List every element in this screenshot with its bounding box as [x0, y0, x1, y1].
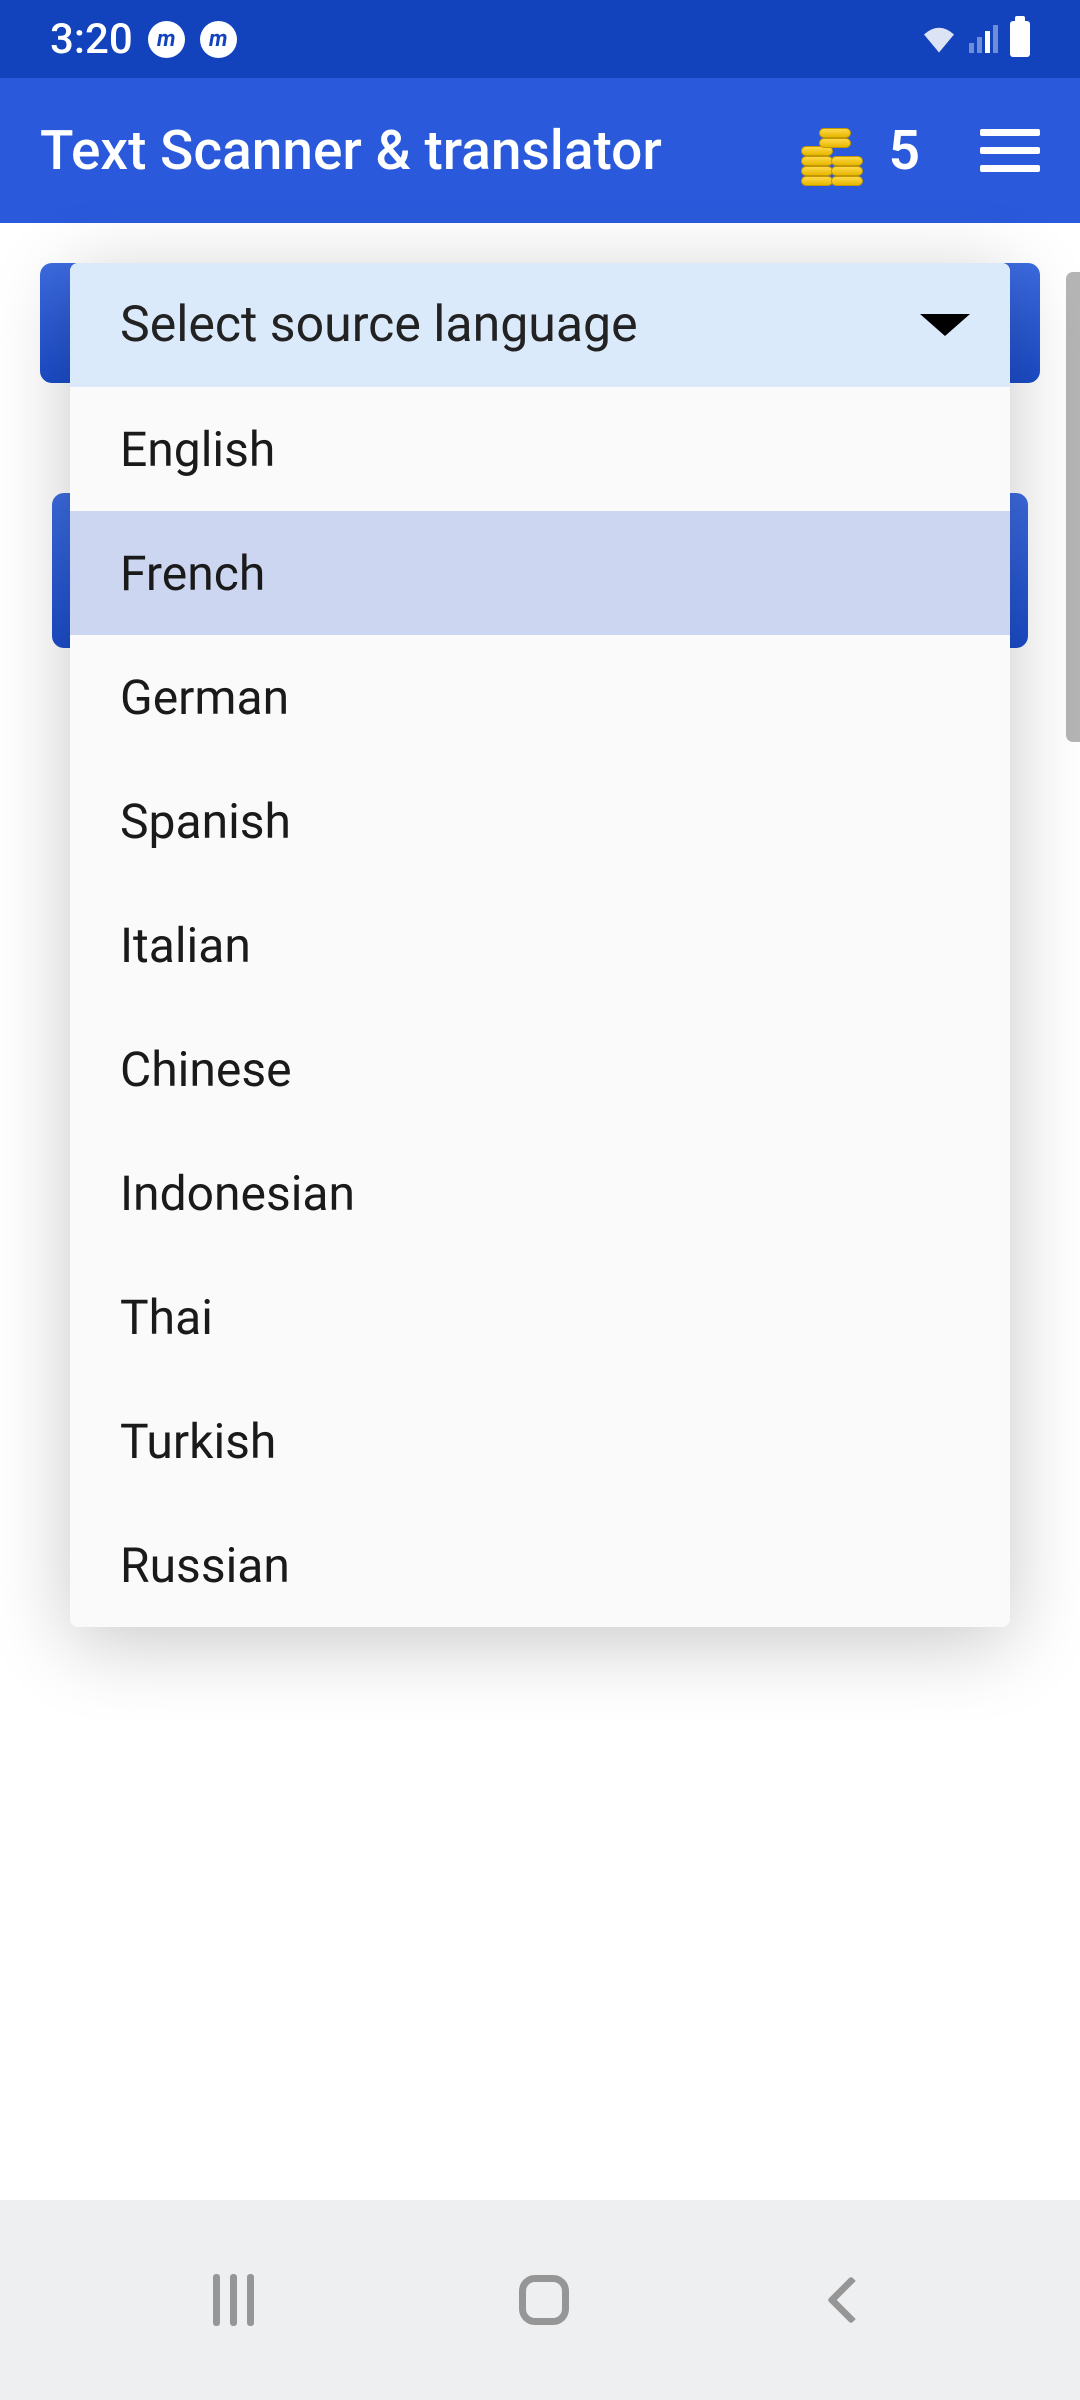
coins-button[interactable]: 5	[801, 116, 920, 186]
language-dropdown-panel: Select source language English French Germ…	[70, 263, 1010, 1627]
hamburger-icon	[980, 129, 1040, 136]
language-option[interactable]: Italian	[70, 883, 1010, 1007]
notification-m-icon: m	[200, 21, 237, 58]
language-option-label: Spanish	[120, 793, 291, 850]
status-bar: 3:20 m m	[0, 0, 1080, 78]
status-left: 3:20 m m	[50, 15, 237, 64]
language-option-label: Thai	[120, 1289, 213, 1346]
language-option[interactable]: Turkish	[70, 1379, 1010, 1503]
language-option-label: English	[120, 421, 275, 478]
system-nav-bar	[0, 2200, 1080, 2400]
dropdown-header-label: Select source language	[120, 296, 638, 354]
language-option-label: Russian	[120, 1537, 290, 1594]
app-bar: Text Scanner & translator 5	[0, 78, 1080, 223]
signal-icon	[969, 25, 998, 53]
language-option[interactable]: German	[70, 635, 1010, 759]
scrollbar-indicator[interactable]	[1066, 272, 1080, 742]
coins-icon	[801, 116, 871, 186]
app-title: Text Scanner & translator	[40, 119, 801, 183]
content-area: Select source language TAKE PICTURE WITH…	[0, 223, 1080, 383]
language-option-label: French	[120, 545, 265, 602]
dropdown-options-list: English French German Spanish Italian Chinese…	[70, 387, 1010, 1627]
coins-count: 5	[889, 119, 920, 183]
language-option[interactable]: French	[70, 511, 1010, 635]
nav-home-button[interactable]	[519, 2275, 569, 2325]
recent-apps-icon	[213, 2274, 220, 2326]
language-option[interactable]: Indonesian	[70, 1131, 1010, 1255]
wifi-icon	[921, 24, 957, 54]
nav-back-button[interactable]	[826, 2276, 874, 2324]
notification-m-icon: m	[148, 21, 185, 58]
language-option[interactable]: English	[70, 387, 1010, 511]
chevron-down-icon	[920, 314, 970, 336]
language-option-label: Italian	[120, 917, 251, 974]
status-time: 3:20	[50, 15, 133, 64]
language-option[interactable]: Chinese	[70, 1007, 1010, 1131]
language-option[interactable]: Russian	[70, 1503, 1010, 1627]
language-option-label: Indonesian	[120, 1165, 355, 1222]
language-option-label: Turkish	[120, 1413, 276, 1470]
nav-recent-button[interactable]	[213, 2274, 254, 2326]
menu-button[interactable]	[980, 129, 1040, 172]
language-option-label: German	[120, 669, 289, 726]
language-option-label: Chinese	[120, 1041, 292, 1098]
status-right	[921, 21, 1030, 57]
battery-icon	[1010, 21, 1030, 57]
language-option[interactable]: Thai	[70, 1255, 1010, 1379]
dropdown-header[interactable]: Select source language	[70, 263, 1010, 387]
language-option[interactable]: Spanish	[70, 759, 1010, 883]
